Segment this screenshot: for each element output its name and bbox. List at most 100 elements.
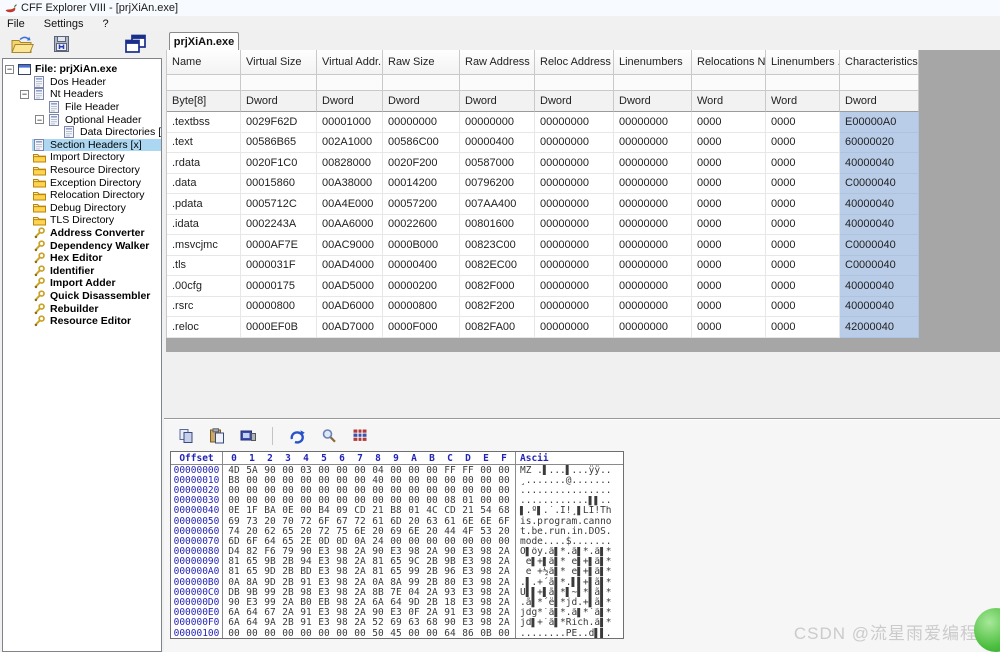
tree-item-dependency-walker[interactable]: Dependency Walker	[3, 239, 161, 252]
table-cell[interactable]: 40000040	[840, 194, 919, 215]
table-cell[interactable]: 0020F1C0	[241, 153, 317, 174]
table-cell[interactable]: .rdata	[167, 153, 241, 174]
table-cell[interactable]: 00000000	[614, 153, 692, 174]
search-button[interactable]	[321, 428, 337, 444]
table-cell[interactable]: 40000040	[840, 276, 919, 297]
table-cell[interactable]: 0000	[692, 174, 766, 195]
menu-help[interactable]: ?	[102, 18, 108, 30]
table-cell[interactable]: 0000	[692, 215, 766, 236]
table-cell[interactable]: 00A4E000	[317, 194, 383, 215]
table-cell[interactable]: 0000AF7E	[241, 235, 317, 256]
column-header-reloc-address[interactable]: Reloc Address	[535, 50, 614, 75]
table-cell[interactable]: 0029F62D	[241, 112, 317, 133]
table-cell[interactable]: 0000EF0B	[241, 317, 317, 338]
table-cell[interactable]: 00000175	[241, 276, 317, 297]
table-cell[interactable]: 00015860	[241, 174, 317, 195]
fill-button[interactable]	[240, 428, 257, 444]
hex-byte[interactable]: 00	[423, 628, 441, 639]
column-header-raw-size[interactable]: Raw Size	[383, 50, 460, 75]
column-header-characteristics[interactable]: Characteristics	[840, 50, 919, 75]
tree-item-tls-directory[interactable]: TLS Directory	[3, 214, 161, 227]
hex-byte[interactable]: 00	[297, 628, 315, 639]
table-cell[interactable]: 00014200	[383, 174, 460, 195]
tree-item-resource-directory[interactable]: Resource Directory	[3, 164, 161, 177]
table-cell[interactable]: 0000F000	[383, 317, 460, 338]
tree-item-file-prjxian-exe[interactable]: −File: prjXiAn.exe	[3, 63, 161, 76]
table-cell[interactable]: 0000	[692, 194, 766, 215]
table-cell[interactable]: 0000	[692, 133, 766, 154]
hex-byte[interactable]: 00	[261, 628, 279, 639]
table-cell[interactable]: .tls	[167, 256, 241, 277]
table-cell[interactable]: 00AD5000	[317, 276, 383, 297]
hex-byte[interactable]: 00	[333, 628, 351, 639]
table-cell[interactable]: 60000020	[840, 133, 919, 154]
collapse-expander-icon[interactable]: −	[5, 65, 14, 74]
tree-item-rebuilder[interactable]: Rebuilder	[3, 302, 161, 315]
table-cell[interactable]: 00828000	[317, 153, 383, 174]
table-cell[interactable]: .pdata	[167, 194, 241, 215]
table-cell[interactable]: 00587000	[460, 153, 535, 174]
table-cell[interactable]: 0000	[766, 215, 840, 236]
table-cell[interactable]: .text	[167, 133, 241, 154]
hex-byte[interactable]: 00	[315, 628, 333, 639]
table-cell[interactable]: 0000B000	[383, 235, 460, 256]
hex-byte[interactable]: 50	[369, 628, 387, 639]
table-cell[interactable]: 00000000	[535, 256, 614, 277]
tree-item-relocation-directory[interactable]: Relocation Directory	[3, 189, 161, 202]
table-cell[interactable]: 0000	[692, 112, 766, 133]
table-cell[interactable]: 00823C00	[460, 235, 535, 256]
table-cell[interactable]: 00586C00	[383, 133, 460, 154]
table-cell[interactable]: 00057200	[383, 194, 460, 215]
menu-file[interactable]: File	[7, 18, 25, 30]
table-cell[interactable]: 00000000	[535, 174, 614, 195]
table-cell[interactable]: 00000000	[614, 194, 692, 215]
table-cell[interactable]: 0000	[766, 256, 840, 277]
save-file-button[interactable]	[47, 31, 75, 57]
tab-prjxian-exe[interactable]: prjXiAn.exe	[169, 32, 239, 50]
table-cell[interactable]: E00000A0	[840, 112, 919, 133]
table-cell[interactable]: 0000	[692, 235, 766, 256]
tree-item-debug-directory[interactable]: Debug Directory	[3, 202, 161, 215]
hex-byte[interactable]: 00	[243, 628, 261, 639]
table-cell[interactable]: 00000000	[614, 112, 692, 133]
column-header-relocations-n[interactable]: Relocations N...	[692, 50, 766, 75]
table-cell[interactable]: 00000400	[460, 133, 535, 154]
table-cell[interactable]: 00000000	[383, 112, 460, 133]
hex-byte[interactable]: 00	[351, 628, 369, 639]
table-cell[interactable]: .textbss	[167, 112, 241, 133]
tree-item-nt-headers[interactable]: −Nt Headers	[3, 88, 161, 101]
hex-byte[interactable]: 45	[387, 628, 405, 639]
hex-byte[interactable]: 0B	[477, 628, 495, 639]
table-cell[interactable]: 00000000	[614, 256, 692, 277]
table-cell[interactable]: 00000000	[535, 215, 614, 236]
copy-button[interactable]	[178, 428, 194, 444]
table-cell[interactable]: 00000000	[614, 235, 692, 256]
tree-item-address-converter[interactable]: Address Converter	[3, 227, 161, 240]
table-cell[interactable]: 40000040	[840, 297, 919, 318]
column-header-virtual-size[interactable]: Virtual Size	[241, 50, 317, 75]
table-cell[interactable]: 0082F200	[460, 297, 535, 318]
tree-item-resource-editor[interactable]: Resource Editor	[3, 315, 161, 328]
table-cell[interactable]: 00000000	[614, 317, 692, 338]
tree-item-hex-editor[interactable]: Hex Editor	[3, 252, 161, 265]
table-cell[interactable]: 0000	[766, 235, 840, 256]
menu-settings[interactable]: Settings	[44, 18, 84, 30]
table-cell[interactable]: 00000000	[614, 215, 692, 236]
table-cell[interactable]: 0000	[692, 153, 766, 174]
table-cell[interactable]: 00000000	[535, 133, 614, 154]
table-cell[interactable]: 0000031F	[241, 256, 317, 277]
table-cell[interactable]: 42000040	[840, 317, 919, 338]
table-cell[interactable]: 002A1000	[317, 133, 383, 154]
hex-byte[interactable]: 00	[405, 628, 423, 639]
table-cell[interactable]: 00022600	[383, 215, 460, 236]
table-cell[interactable]: .00cfg	[167, 276, 241, 297]
table-cell[interactable]: 00586B65	[241, 133, 317, 154]
table-cell[interactable]: 0000	[692, 317, 766, 338]
table-cell[interactable]: 00AD7000	[317, 317, 383, 338]
table-cell[interactable]: 00796200	[460, 174, 535, 195]
table-cell[interactable]: 00000200	[383, 276, 460, 297]
table-cell[interactable]: 00000000	[535, 317, 614, 338]
table-cell[interactable]: 00AD4000	[317, 256, 383, 277]
tree-item-quick-disassembler[interactable]: Quick Disassembler	[3, 290, 161, 303]
table-cell[interactable]: 0000	[766, 112, 840, 133]
